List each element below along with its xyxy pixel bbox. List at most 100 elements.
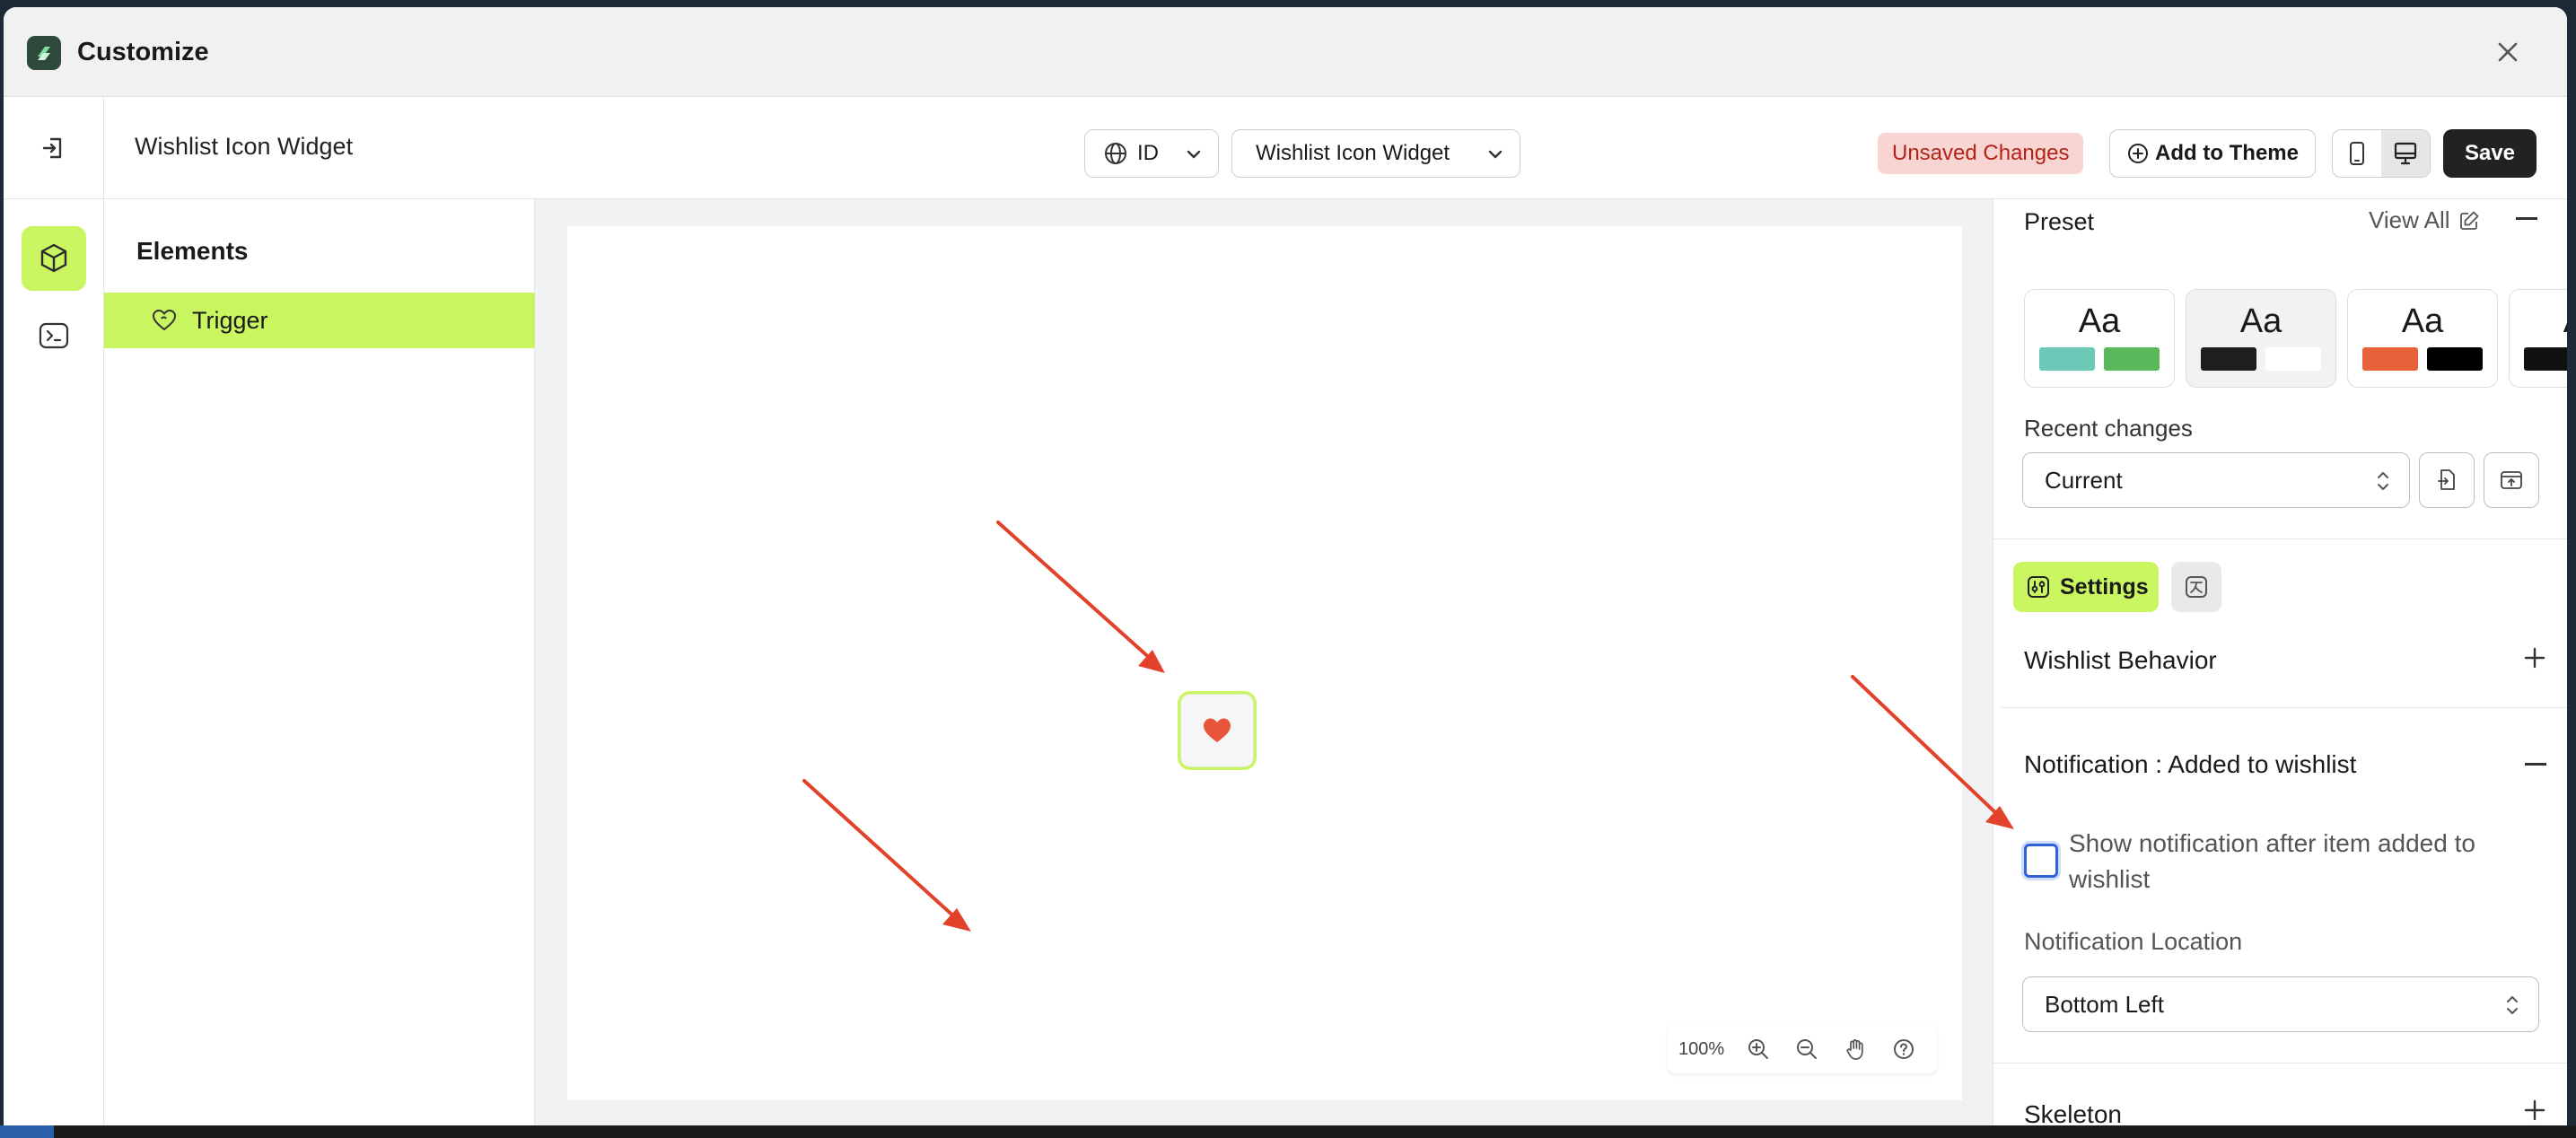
updown-chevron-icon bbox=[2378, 472, 2388, 490]
translate-icon bbox=[2186, 576, 2207, 598]
show-notification-label: Show notification after item added to wi… bbox=[2069, 829, 2475, 893]
sliders-icon bbox=[2028, 576, 2049, 598]
app-logo-icon bbox=[27, 36, 61, 70]
hand-icon bbox=[1846, 1039, 1863, 1060]
collapse-preset-icon[interactable] bbox=[2516, 217, 2537, 220]
zoom-out-button[interactable] bbox=[1783, 1025, 1831, 1073]
mobile-icon bbox=[2350, 142, 2364, 165]
tab-translate[interactable] bbox=[2171, 562, 2221, 612]
help-icon bbox=[1894, 1039, 1914, 1059]
import-button[interactable] bbox=[2419, 452, 2475, 508]
section-wishlist-behavior[interactable]: Wishlist Behavior bbox=[2024, 646, 2217, 675]
globe-icon bbox=[1105, 143, 1126, 164]
view-all-link[interactable]: View All bbox=[2369, 206, 2481, 234]
window-title: Customize bbox=[77, 38, 209, 66]
code-rail-button[interactable] bbox=[22, 303, 86, 368]
taskbar-accent bbox=[0, 1125, 54, 1138]
mobile-view-button[interactable] bbox=[2333, 130, 2381, 177]
settings-panel: Preset View All Aa Aa Aa Aa Recent chang… bbox=[1993, 199, 2567, 1131]
desktop-view-button[interactable] bbox=[2381, 130, 2430, 177]
show-notification-checkbox[interactable] bbox=[2024, 844, 2058, 878]
preset-swatch bbox=[2039, 347, 2095, 371]
preset-swatch bbox=[2362, 347, 2418, 371]
zoom-controls: 100% bbox=[1668, 1025, 1937, 1073]
zoom-in-button[interactable] bbox=[1734, 1025, 1783, 1073]
tree-item-label: Trigger bbox=[192, 306, 268, 334]
plus-circle-icon bbox=[2128, 144, 2148, 163]
preset-sample: Aa bbox=[2510, 302, 2567, 341]
upload-icon bbox=[2501, 471, 2522, 489]
toolbar: Wishlist Icon Widget ID Wishlist Icon Wi… bbox=[4, 97, 2567, 199]
elements-title: Elements bbox=[136, 237, 249, 265]
tab-settings-label: Settings bbox=[2060, 573, 2149, 600]
exit-icon bbox=[42, 137, 61, 159]
pan-button[interactable] bbox=[1831, 1025, 1879, 1073]
widget-select-label: Wishlist Icon Widget bbox=[1256, 141, 1450, 165]
view-all-label: View All bbox=[2369, 206, 2450, 233]
wishlist-trigger-button[interactable] bbox=[1178, 691, 1257, 770]
export-button[interactable] bbox=[2484, 452, 2539, 508]
exit-button[interactable] bbox=[4, 97, 104, 199]
help-button[interactable] bbox=[1879, 1025, 1928, 1073]
taskbar-strip bbox=[0, 1125, 2576, 1138]
heart-icon bbox=[1204, 718, 1231, 742]
canvas-area: 100% bbox=[535, 199, 1993, 1131]
preset-card[interactable]: Aa bbox=[2024, 289, 2175, 388]
close-icon[interactable] bbox=[2490, 34, 2526, 70]
preset-swatch bbox=[2524, 347, 2567, 371]
recent-changes-value: Current bbox=[2045, 466, 2123, 494]
add-to-theme-button[interactable]: Add to Theme bbox=[2109, 129, 2316, 178]
left-rail bbox=[4, 199, 104, 1131]
chevron-down-icon bbox=[1187, 150, 1201, 159]
zoom-level: 100% bbox=[1678, 1038, 1725, 1059]
updown-chevron-icon bbox=[2507, 996, 2518, 1014]
collapse-notification-icon[interactable] bbox=[2525, 763, 2546, 766]
elements-panel: Elements Trigger bbox=[104, 199, 535, 1131]
expand-plus-icon[interactable] bbox=[2523, 646, 2546, 670]
expand-plus-icon[interactable] bbox=[2523, 1099, 2546, 1122]
file-import-icon bbox=[2438, 469, 2455, 490]
preset-card[interactable]: Aa bbox=[2509, 289, 2567, 388]
zoom-in-icon bbox=[1748, 1039, 1768, 1059]
preset-sample: Aa bbox=[2401, 302, 2444, 340]
preset-sample: Aa bbox=[2239, 302, 2282, 340]
zoom-out-icon bbox=[1797, 1039, 1817, 1059]
add-to-theme-label: Add to Theme bbox=[2155, 141, 2299, 165]
customize-window: Customize Wishlist Icon Widget ID Wishli… bbox=[4, 7, 2567, 1131]
preset-swatch bbox=[2265, 347, 2321, 371]
save-button[interactable]: Save bbox=[2443, 129, 2537, 178]
elements-rail-button[interactable] bbox=[22, 226, 86, 291]
preset-swatch bbox=[2427, 347, 2483, 371]
title-bar: Customize bbox=[4, 7, 2567, 97]
preset-sample: Aa bbox=[2078, 302, 2121, 340]
divider bbox=[2001, 707, 2567, 708]
preset-swatch bbox=[2201, 347, 2256, 371]
language-label: ID bbox=[1137, 141, 1159, 165]
heart-outline-icon bbox=[152, 309, 177, 331]
preset-card[interactable]: Aa bbox=[2186, 289, 2336, 388]
divider bbox=[1993, 1063, 2567, 1064]
unsaved-changes-badge: Unsaved Changes bbox=[1878, 133, 2084, 174]
preset-swatch bbox=[2104, 347, 2160, 371]
tab-settings[interactable]: Settings bbox=[2013, 562, 2159, 612]
desktop-icon bbox=[2394, 142, 2417, 165]
edit-icon bbox=[2459, 211, 2478, 230]
chevron-down-icon bbox=[1488, 150, 1503, 159]
preset-title: Preset bbox=[2024, 208, 2095, 235]
widget-select[interactable]: Wishlist Icon Widget bbox=[1231, 129, 1520, 178]
device-toggle bbox=[2332, 129, 2431, 178]
preview-canvas: 100% bbox=[567, 226, 1962, 1100]
recent-changes-label: Recent changes bbox=[2024, 415, 2193, 442]
tree-item-trigger[interactable]: Trigger bbox=[104, 293, 535, 348]
page-title: Wishlist Icon Widget bbox=[135, 133, 354, 160]
terminal-icon bbox=[39, 322, 69, 349]
recent-changes-select[interactable]: Current bbox=[2022, 452, 2410, 508]
preset-card[interactable]: Aa bbox=[2347, 289, 2498, 388]
cube-icon bbox=[40, 243, 67, 273]
notification-location-value: Bottom Left bbox=[2045, 990, 2164, 1018]
language-select[interactable]: ID bbox=[1084, 129, 1219, 178]
section-notification[interactable]: Notification : Added to wishlist bbox=[2024, 750, 2356, 779]
notification-location-select[interactable]: Bottom Left bbox=[2022, 976, 2539, 1032]
notification-location-label: Notification Location bbox=[2024, 928, 2243, 955]
divider bbox=[1993, 538, 2567, 539]
